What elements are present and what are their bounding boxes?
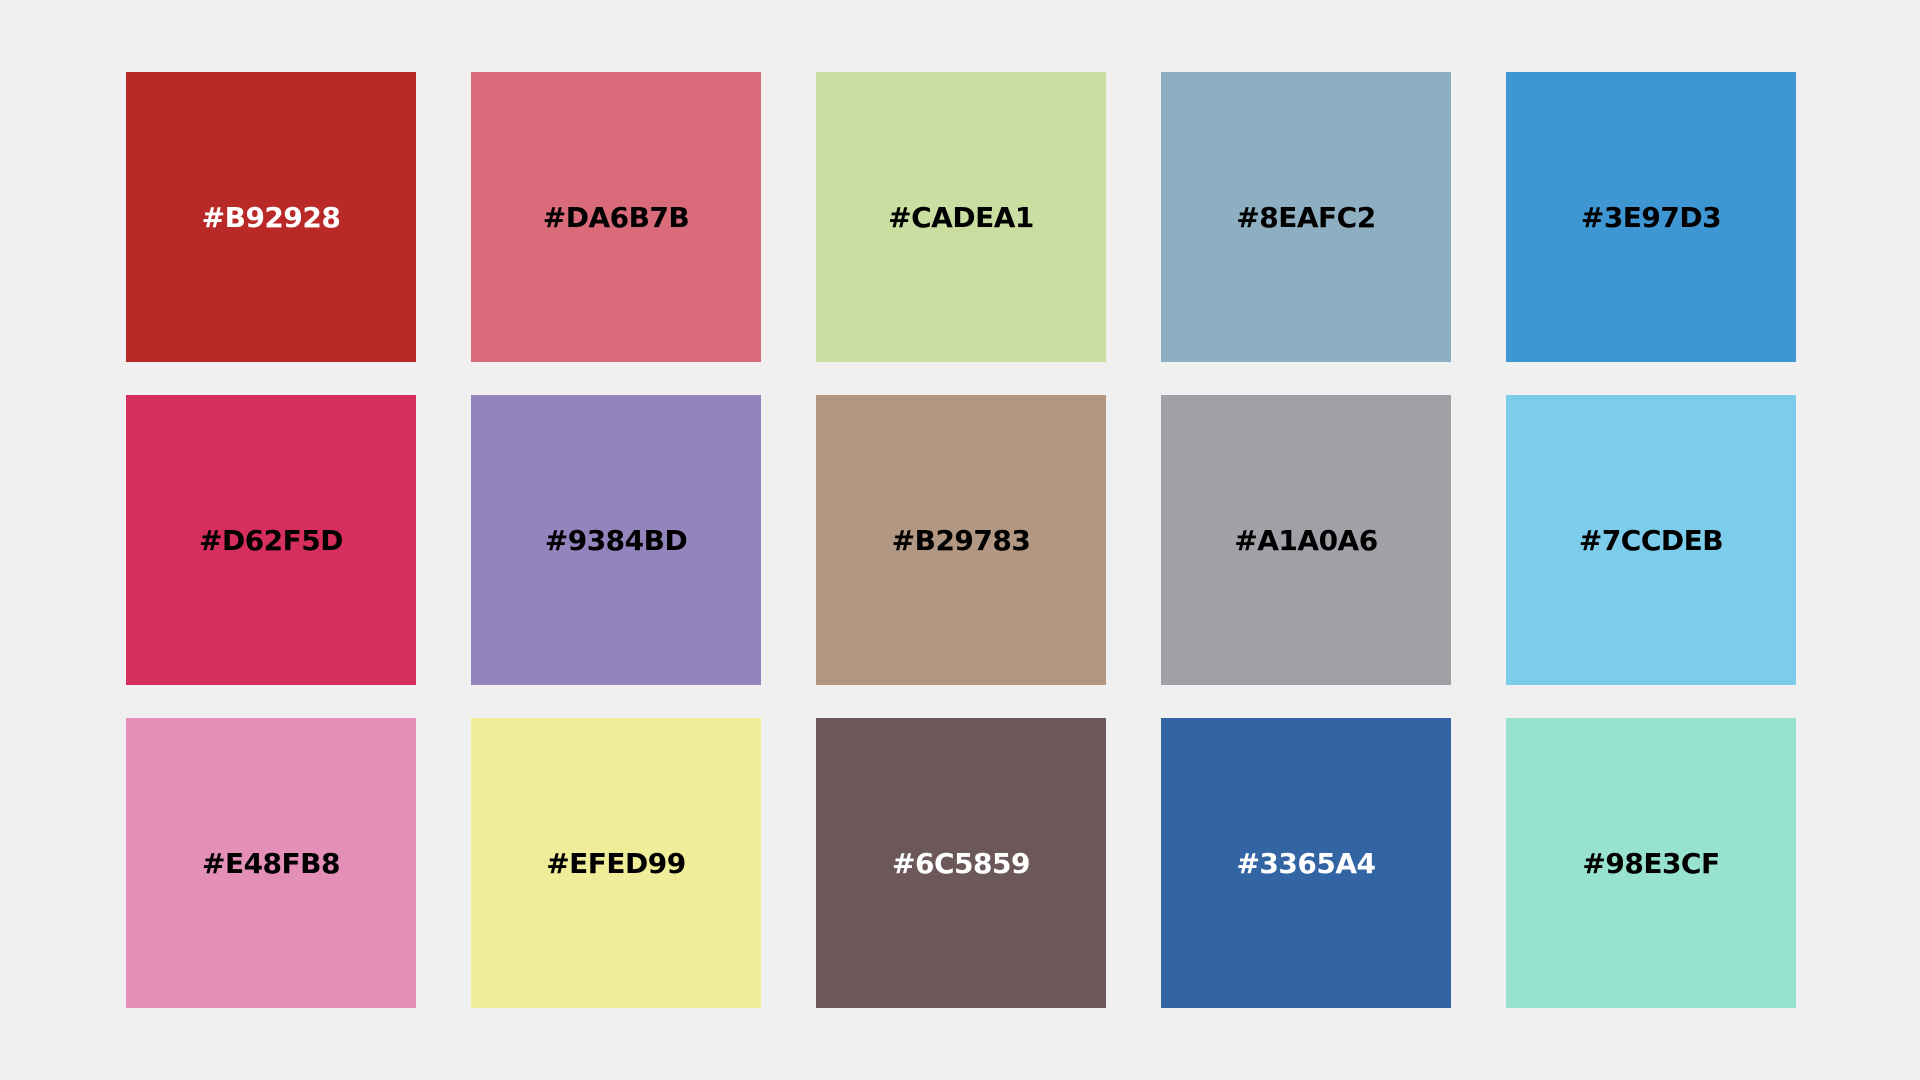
swatch-hex-label: #EFED99 <box>546 846 686 880</box>
color-swatch: #B92928 <box>126 72 416 362</box>
color-swatch: #CADEA1 <box>816 72 1106 362</box>
swatch-grid: #B92928 #DA6B7B #CADEA1 #8EAFC2 #3E97D3 … <box>126 72 1796 1008</box>
color-swatch: #3E97D3 <box>1506 72 1796 362</box>
color-swatch: #B29783 <box>816 395 1106 685</box>
color-swatch: #6C5859 <box>816 718 1106 1008</box>
swatch-hex-label: #B92928 <box>201 200 341 234</box>
color-swatch: #EFED99 <box>471 718 761 1008</box>
swatch-hex-label: #B29783 <box>891 523 1031 557</box>
color-swatch: #7CCDEB <box>1506 395 1796 685</box>
swatch-hex-label: #98E3CF <box>1582 846 1720 880</box>
swatch-hex-label: #D62F5D <box>198 523 344 557</box>
color-swatch: #8EAFC2 <box>1161 72 1451 362</box>
swatch-hex-label: #7CCDEB <box>1578 523 1724 557</box>
swatch-hex-label: #A1A0A6 <box>1234 523 1378 557</box>
color-swatch: #98E3CF <box>1506 718 1796 1008</box>
color-swatch: #9384BD <box>471 395 761 685</box>
swatch-hex-label: #E48FB8 <box>201 846 341 880</box>
swatch-hex-label: #DA6B7B <box>542 200 690 234</box>
color-swatch: #E48FB8 <box>126 718 416 1008</box>
swatch-hex-label: #6C5859 <box>892 846 1030 880</box>
swatch-hex-label: #3365A4 <box>1236 846 1376 880</box>
swatch-hex-label: #3E97D3 <box>1580 200 1722 234</box>
swatch-hex-label: #9384BD <box>544 523 688 557</box>
color-swatch: #D62F5D <box>126 395 416 685</box>
color-swatch: #3365A4 <box>1161 718 1451 1008</box>
swatch-hex-label: #8EAFC2 <box>1236 200 1376 234</box>
swatch-hex-label: #CADEA1 <box>888 200 1034 234</box>
color-swatch: #A1A0A6 <box>1161 395 1451 685</box>
color-swatch: #DA6B7B <box>471 72 761 362</box>
